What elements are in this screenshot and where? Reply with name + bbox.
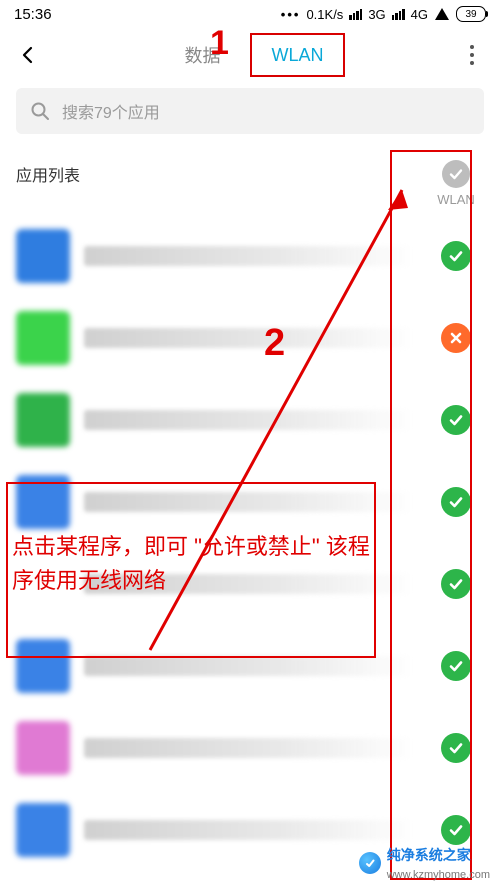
tabs: 数据 WLAN [50,33,450,77]
wifi-signal-icon [434,7,450,21]
app-row[interactable] [0,461,500,543]
app-name-label [84,738,414,758]
dots-icon: ••• [281,7,301,22]
cross-circle-icon [441,323,471,353]
list-header: 应用列表 WLAN [0,146,500,215]
app-icon [16,803,70,857]
app-name-label [84,492,414,512]
app-icon [16,311,70,365]
more-vertical-icon [469,44,475,66]
column-header-wlan[interactable]: WLAN [428,160,484,207]
app-wlan-toggle[interactable] [428,241,484,271]
watermark: 纯净系统之家 www.kzmyhome.com [359,845,490,881]
status-net1: 3G [368,7,385,22]
tab-wlan[interactable]: WLAN [250,33,345,77]
search-input[interactable]: 搜索79个应用 [16,88,484,134]
tab-data[interactable]: 数据 [155,33,250,77]
app-row[interactable] [0,543,500,625]
check-circle-icon [441,733,471,763]
app-icon [16,475,70,529]
check-circle-icon [441,405,471,435]
watermark-name: 纯净系统之家 [387,847,471,863]
status-net2: 4G [411,7,428,22]
battery-icon: 39 [456,6,486,22]
app-icon [16,229,70,283]
app-wlan-toggle[interactable] [428,815,484,845]
status-time: 15:36 [14,6,52,23]
app-name-label [84,574,414,594]
app-row[interactable] [0,215,500,297]
app-wlan-toggle[interactable] [428,733,484,763]
column-header-check-icon [442,160,470,188]
app-list [0,215,500,871]
app-wlan-toggle[interactable] [428,569,484,599]
search-placeholder: 搜索79个应用 [62,99,160,123]
status-bar: 15:36 ••• 0.1K/s 3G 4G 39 [0,0,500,28]
check-circle-icon [441,241,471,271]
app-name-label [84,328,414,348]
app-name-label [84,410,414,430]
more-button[interactable] [450,33,494,77]
column-header-label: WLAN [428,192,484,207]
check-circle-icon [441,651,471,681]
status-right: ••• 0.1K/s 3G 4G 39 [281,6,486,22]
back-button[interactable] [6,33,50,77]
search-wrap: 搜索79个应用 [0,82,500,146]
app-icon [16,639,70,693]
watermark-url: www.kzmyhome.com [387,869,490,881]
app-row[interactable] [0,625,500,707]
app-name-label [84,656,414,676]
app-wlan-toggle[interactable] [428,487,484,517]
app-wlan-toggle[interactable] [428,651,484,681]
app-row[interactable] [0,379,500,461]
app-icon [16,721,70,775]
check-circle-icon [441,569,471,599]
check-circle-icon [441,815,471,845]
app-row[interactable] [0,297,500,379]
app-icon [16,393,70,447]
app-icon [16,557,70,611]
app-name-label [84,820,414,840]
chevron-left-icon [18,45,38,65]
app-name-label [84,246,414,266]
app-wlan-toggle[interactable] [428,323,484,353]
signal-icon-2 [392,9,405,20]
status-speed: 0.1K/s [306,7,343,22]
app-row[interactable] [0,707,500,789]
app-wlan-toggle[interactable] [428,405,484,435]
watermark-logo-icon [359,852,381,874]
signal-icon-1 [349,9,362,20]
list-header-title: 应用列表 [16,160,428,186]
top-nav: 数据 WLAN [0,28,500,82]
check-circle-icon [441,487,471,517]
search-icon [30,101,50,121]
